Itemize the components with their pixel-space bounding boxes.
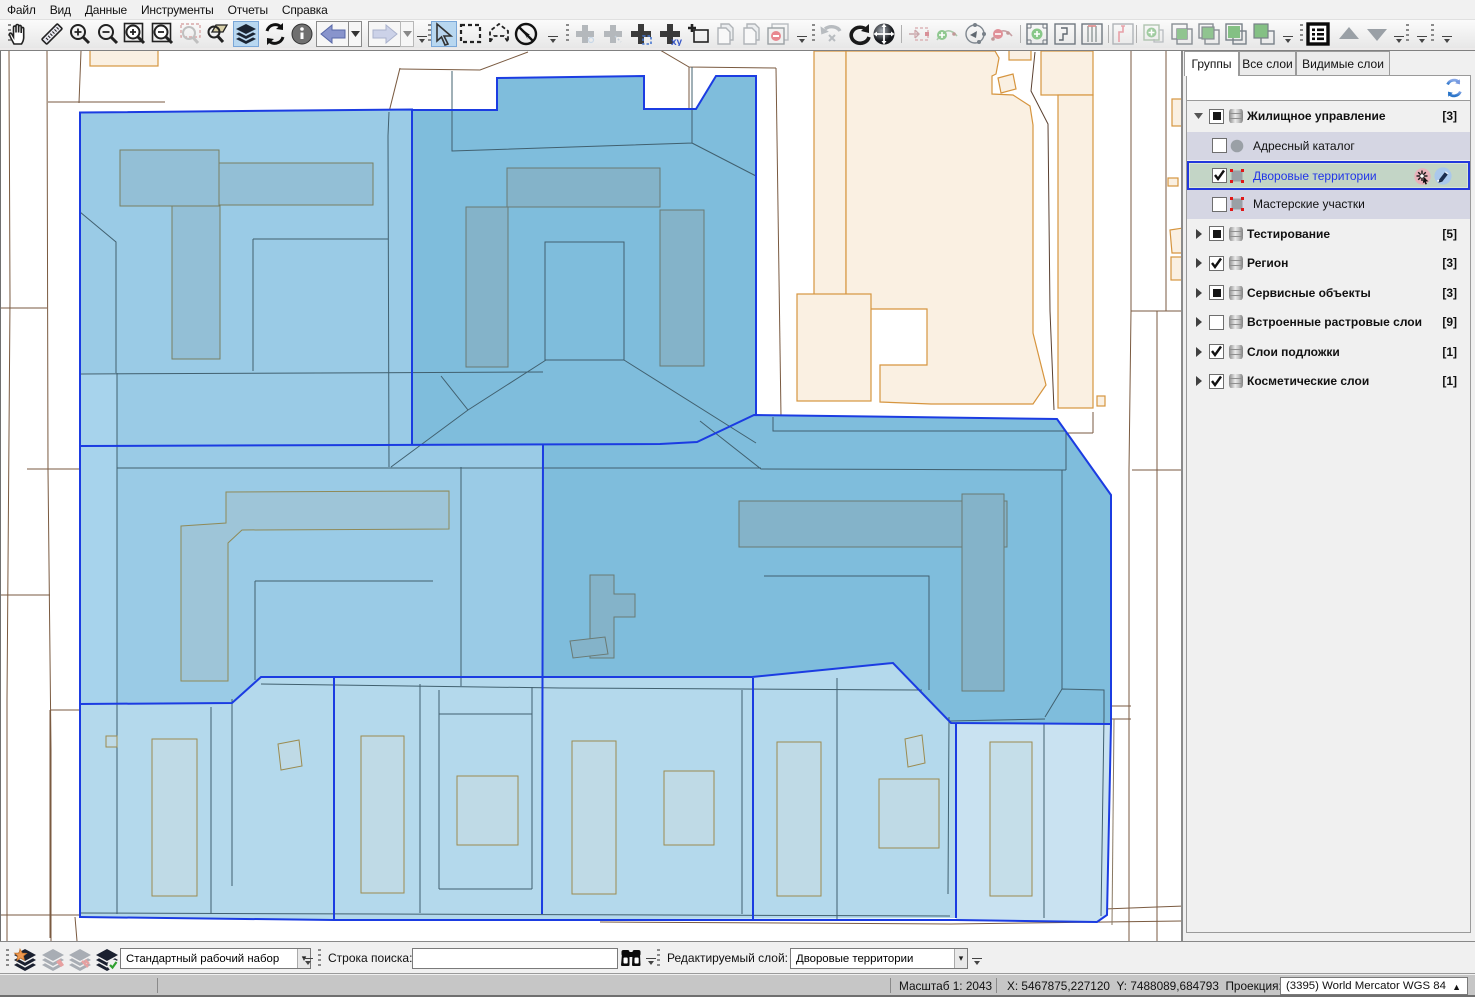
svg-text:xy: xy [671, 37, 682, 46]
